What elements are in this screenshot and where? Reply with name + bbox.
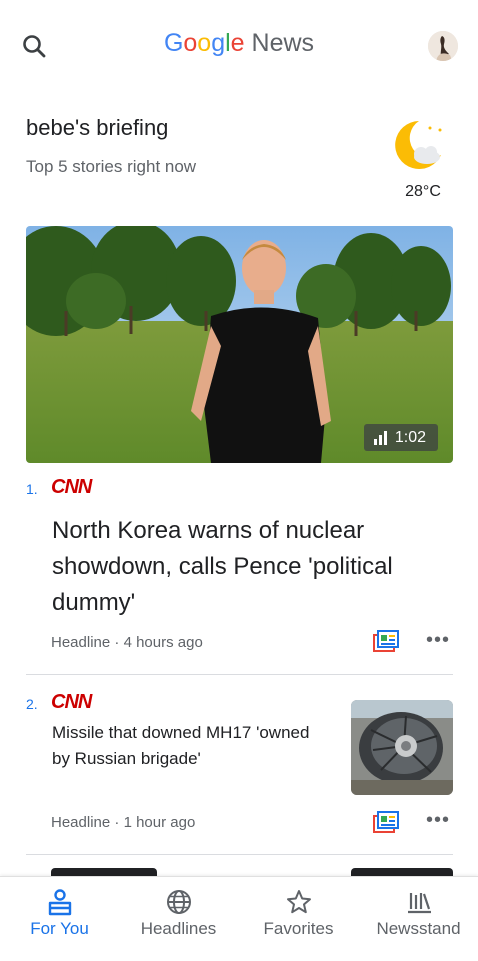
- nav-label: For You: [30, 919, 89, 938]
- story-1-meta: Headline · 4 hours ago: [51, 634, 203, 651]
- bottom-navigation: For You Headlines Favorites Newsstand: [0, 876, 478, 961]
- story-1-time: 4 hours ago: [123, 634, 203, 651]
- video-duration-badge: 1:02: [363, 424, 438, 451]
- divider: [26, 674, 453, 675]
- story-2-label: Headline: [51, 814, 111, 831]
- briefing-title: bebe's briefing: [26, 115, 169, 140]
- story-1-source[interactable]: CNN: [51, 476, 92, 499]
- story-1-video-thumbnail[interactable]: 1:02: [26, 226, 453, 463]
- nav-favorites[interactable]: Favorites: [239, 877, 358, 961]
- top-app-bar: Google News: [0, 0, 478, 90]
- moon-cloud-icon[interactable]: [393, 117, 449, 173]
- briefing-subtitle: Top 5 stories right now: [26, 157, 197, 176]
- nav-label: Favorites: [263, 919, 334, 938]
- nav-headlines[interactable]: Headlines: [119, 877, 238, 961]
- nav-newsstand[interactable]: Newsstand: [359, 877, 478, 961]
- nav-for-you[interactable]: For You: [0, 877, 119, 961]
- story-1-number: 1.: [26, 481, 38, 497]
- temperature: 28°C: [405, 183, 441, 200]
- star-icon: [287, 890, 311, 914]
- full-coverage-icon: [373, 630, 399, 652]
- story-1-label: Headline: [51, 634, 111, 651]
- story-1-more-button[interactable]: •••: [426, 629, 450, 652]
- story-2-more-button[interactable]: •••: [426, 809, 450, 832]
- story-2-thumbnail[interactable]: [351, 700, 453, 795]
- nav-label: Newsstand: [376, 919, 461, 938]
- divider: [26, 854, 453, 855]
- story-2-title[interactable]: Missile that downed MH17 'owned by Russi…: [52, 720, 332, 772]
- video-bars-icon: [373, 430, 387, 445]
- google-news-logo: Google News: [163, 29, 315, 57]
- full-coverage-button[interactable]: [373, 811, 399, 833]
- story-2-time: 1 hour ago: [123, 814, 196, 831]
- story-3-peek: [51, 868, 157, 876]
- story-3-thumbnail-peek: [351, 868, 453, 876]
- story-1-title[interactable]: North Korea warns of nuclear showdown, c…: [52, 513, 452, 621]
- newsstand-icon: [408, 893, 431, 914]
- full-coverage-button[interactable]: [373, 630, 399, 652]
- story-2-source[interactable]: CNN: [51, 691, 92, 714]
- story-2-meta: Headline · 1 hour ago: [51, 814, 196, 831]
- full-coverage-icon: [373, 811, 399, 833]
- globe-icon: [167, 890, 191, 914]
- for-you-icon: [48, 889, 72, 916]
- story-2-number: 2.: [26, 696, 38, 712]
- video-duration: 1:02: [394, 428, 426, 446]
- account-avatar[interactable]: [428, 31, 458, 61]
- nav-label: Headlines: [140, 919, 217, 938]
